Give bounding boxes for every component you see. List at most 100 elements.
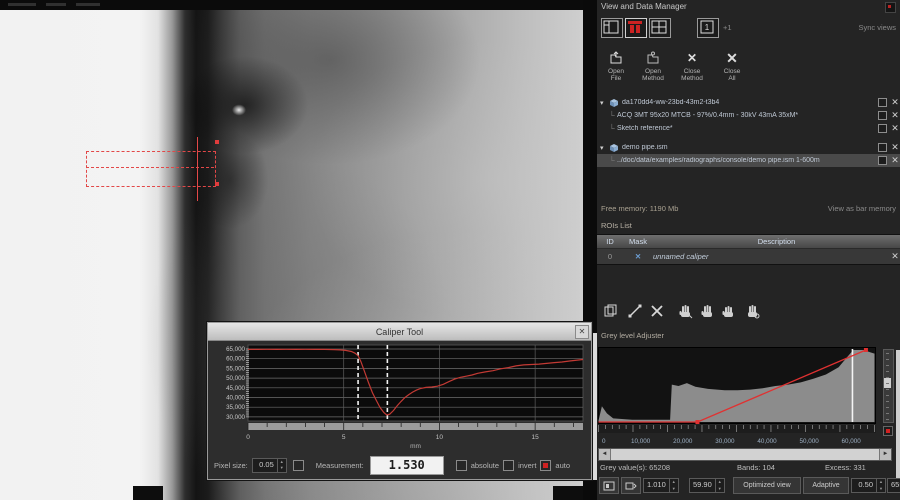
layout-single-view-button[interactable]: [625, 18, 647, 38]
rois-table: ID Mask Description 0 ✕ unnamed caliper …: [597, 234, 900, 265]
caliper-tool-dialog: Caliper Tool ✕ 65,00060,00055,00050,0004…: [207, 322, 592, 480]
open-method-label: Open Method: [642, 68, 664, 82]
layout-grid-view-button[interactable]: [649, 18, 671, 38]
open-method-button[interactable]: Open Method: [635, 50, 671, 92]
gamma-stepper[interactable]: 0.50 ▲▼: [851, 478, 886, 493]
tree-group-row[interactable]: ▾da170dd4-ww-23bd-43m2-t3b4✕: [597, 96, 900, 109]
tree-group-row[interactable]: ▾demo pipe.ism✕: [597, 141, 900, 154]
scroll-right-icon[interactable]: ►: [880, 449, 891, 460]
histogram-log-checkbox[interactable]: [883, 426, 893, 436]
expander-icon[interactable]: ▾: [600, 99, 608, 107]
gamma-value: 0.50: [852, 479, 876, 492]
absolute-checkbox[interactable]: [456, 460, 467, 471]
table-row[interactable]: 0 ✕ unnamed caliper ✕: [597, 249, 900, 264]
spinner-arrows[interactable]: ▲▼: [277, 459, 286, 472]
roi-handle-top[interactable]: [215, 140, 219, 144]
caliper-roi-edgeline[interactable]: [197, 137, 198, 201]
col-description[interactable]: Description: [653, 237, 900, 246]
col-mask[interactable]: Mask: [623, 237, 653, 246]
spinner-arrows[interactable]: ▲▼: [876, 479, 885, 492]
roi-draw-hand-icon[interactable]: [677, 303, 693, 319]
invert-lut-icon-button[interactable]: [621, 477, 641, 494]
visibility-checkbox[interactable]: [878, 124, 887, 133]
close-item-icon[interactable]: ✕: [890, 155, 900, 166]
pixel-size-stepper[interactable]: 0.05 ▲▼: [252, 458, 287, 473]
close-method-label: Close Method: [681, 68, 703, 82]
auto-checkbox[interactable]: [540, 460, 551, 471]
scroll-left-icon[interactable]: ◄: [599, 449, 610, 460]
menu-item[interactable]: [46, 3, 66, 6]
svg-text:65,000: 65,000: [226, 346, 245, 353]
expander-icon[interactable]: ▾: [600, 144, 608, 152]
memory-view-toggle[interactable]: View as bar memory: [828, 204, 896, 213]
close-all-icon: ✕: [726, 50, 738, 66]
svg-text:15: 15: [532, 434, 540, 441]
svg-text:50,000: 50,000: [799, 438, 819, 445]
svg-text:60,000: 60,000: [842, 438, 862, 445]
branch-line: └: [609, 156, 617, 165]
spinner-arrows[interactable]: ▲▼: [669, 479, 678, 492]
roi-move-hand-icon[interactable]: [699, 303, 715, 319]
invert-checkbox-label: invert: [518, 461, 536, 470]
svg-text:20,000: 20,000: [673, 438, 693, 445]
close-all-button[interactable]: ✕ Close All: [715, 50, 749, 92]
free-memory-label: Free memory: 1190 Mb: [601, 204, 678, 213]
pin-icon[interactable]: [885, 2, 896, 13]
visibility-checkbox[interactable]: [878, 143, 887, 152]
roi-mask-icon[interactable]: ✕: [623, 252, 653, 261]
dataset-cube-icon: [608, 97, 619, 108]
taskbar-chip[interactable]: [133, 486, 163, 500]
visibility-checkbox[interactable]: [878, 98, 887, 107]
open-method-icon: [646, 50, 660, 66]
app-window: Caliper Tool ✕ 65,00060,00055,00050,0004…: [0, 0, 900, 500]
roi-line-tool-icon[interactable]: [627, 303, 643, 319]
max-grey-stepper[interactable]: 59.90 ▲▼: [689, 478, 725, 493]
tree-child-row[interactable]: └../doc/data/examples/radiographs/consol…: [597, 154, 900, 167]
visibility-checkbox[interactable]: [878, 111, 887, 120]
histogram-scrollbar[interactable]: ◄ ►: [598, 448, 892, 461]
contrast-slider[interactable]: [883, 349, 894, 423]
dialog-titlebar[interactable]: Caliper Tool ✕: [208, 323, 591, 341]
roi-settings-hand-icon[interactable]: [744, 303, 760, 319]
invert-checkbox[interactable]: [503, 460, 514, 471]
tree-child-row[interactable]: └ACQ 3MT 95x20 MTCB - 97%/0.4mm - 30kV 4…: [597, 109, 900, 122]
col-id[interactable]: ID: [597, 237, 623, 246]
tree-child-row[interactable]: └Sketch reference*✕: [597, 122, 900, 135]
spinner-arrows[interactable]: ▲▼: [715, 479, 724, 492]
limit-field[interactable]: 65535: [887, 478, 900, 493]
close-dataset-icon[interactable]: ✕: [890, 97, 900, 108]
roi-grab-hand-icon[interactable]: [720, 303, 736, 319]
absolute-checkbox-label: absolute: [471, 461, 499, 470]
roi-delete-tool-icon[interactable]: [649, 303, 665, 319]
close-item-icon[interactable]: ✕: [890, 110, 900, 121]
sync-views-label[interactable]: Sync views: [858, 23, 896, 32]
min-grey-stepper[interactable]: 1.010 ▲▼: [643, 478, 679, 493]
layout-tree-view-button[interactable]: [601, 18, 623, 38]
optimized-view-button[interactable]: Optimized view: [733, 477, 801, 494]
menu-item[interactable]: [76, 3, 100, 6]
pixel-size-label: Pixel size:: [214, 461, 248, 470]
open-file-button[interactable]: Open File: [599, 50, 633, 92]
close-icon[interactable]: ✕: [575, 325, 589, 339]
adaptive-button[interactable]: Adaptive: [803, 477, 849, 494]
visibility-checkbox[interactable]: [878, 156, 887, 165]
menu-bar[interactable]: [0, 0, 585, 10]
svg-text:30,000: 30,000: [715, 438, 735, 445]
close-item-icon[interactable]: ✕: [890, 123, 900, 134]
menu-item[interactable]: [8, 3, 36, 6]
roi-copy-icon[interactable]: [603, 303, 619, 319]
taskbar-chip[interactable]: [553, 486, 585, 500]
layout-one-up-button[interactable]: 1: [697, 18, 719, 38]
close-dataset-icon[interactable]: ✕: [890, 142, 900, 153]
histogram-chart[interactable]: 010,00020,00030,00040,00050,00060,000: [598, 347, 878, 445]
close-method-button[interactable]: ✕ Close Method: [673, 50, 711, 92]
rois-table-header[interactable]: ID Mask Description: [597, 235, 900, 249]
branch-line: └: [609, 124, 617, 133]
svg-text:40,000: 40,000: [757, 438, 777, 445]
window-level-icon-button[interactable]: [599, 477, 619, 494]
roi-delete-icon[interactable]: ✕: [890, 251, 900, 262]
roi-handle-bottom[interactable]: [215, 182, 219, 186]
roi-description: unnamed caliper: [653, 252, 890, 261]
pixel-size-checkbox[interactable]: [293, 460, 304, 471]
scrollbar-thumb[interactable]: [610, 449, 880, 460]
